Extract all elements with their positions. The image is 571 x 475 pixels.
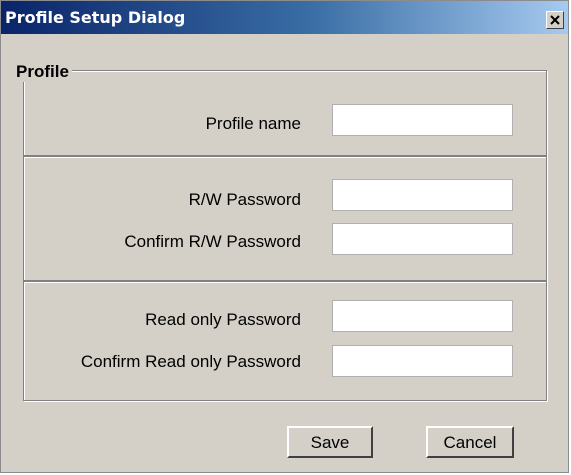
rw-password-group <box>23 156 547 281</box>
rw-password-label: R/W Password <box>188 190 301 209</box>
ro-password-group <box>23 281 547 401</box>
ro-password-label: Read only Password <box>145 310 301 329</box>
profile-name-label: Profile name <box>205 114 301 133</box>
profile-group-legend: Profile <box>13 62 72 82</box>
profile-setup-dialog: Profile Setup Dialog Profile Profile nam… <box>0 0 569 473</box>
confirm-ro-password-label: Confirm Read only Password <box>80 352 301 371</box>
title-bar[interactable]: Profile Setup Dialog <box>1 1 568 34</box>
save-button[interactable]: Save <box>287 426 373 458</box>
close-button[interactable] <box>546 11 564 29</box>
confirm-rw-password-field[interactable] <box>332 223 513 255</box>
confirm-ro-password-field[interactable] <box>332 345 513 377</box>
confirm-rw-password-label: Confirm R/W Password <box>124 232 301 251</box>
cancel-button[interactable]: Cancel <box>426 426 514 458</box>
close-icon <box>550 15 560 25</box>
profile-name-field[interactable] <box>332 104 513 136</box>
rw-password-field[interactable] <box>332 179 513 211</box>
dialog-title: Profile Setup Dialog <box>5 8 186 27</box>
ro-password-field[interactable] <box>332 300 513 332</box>
